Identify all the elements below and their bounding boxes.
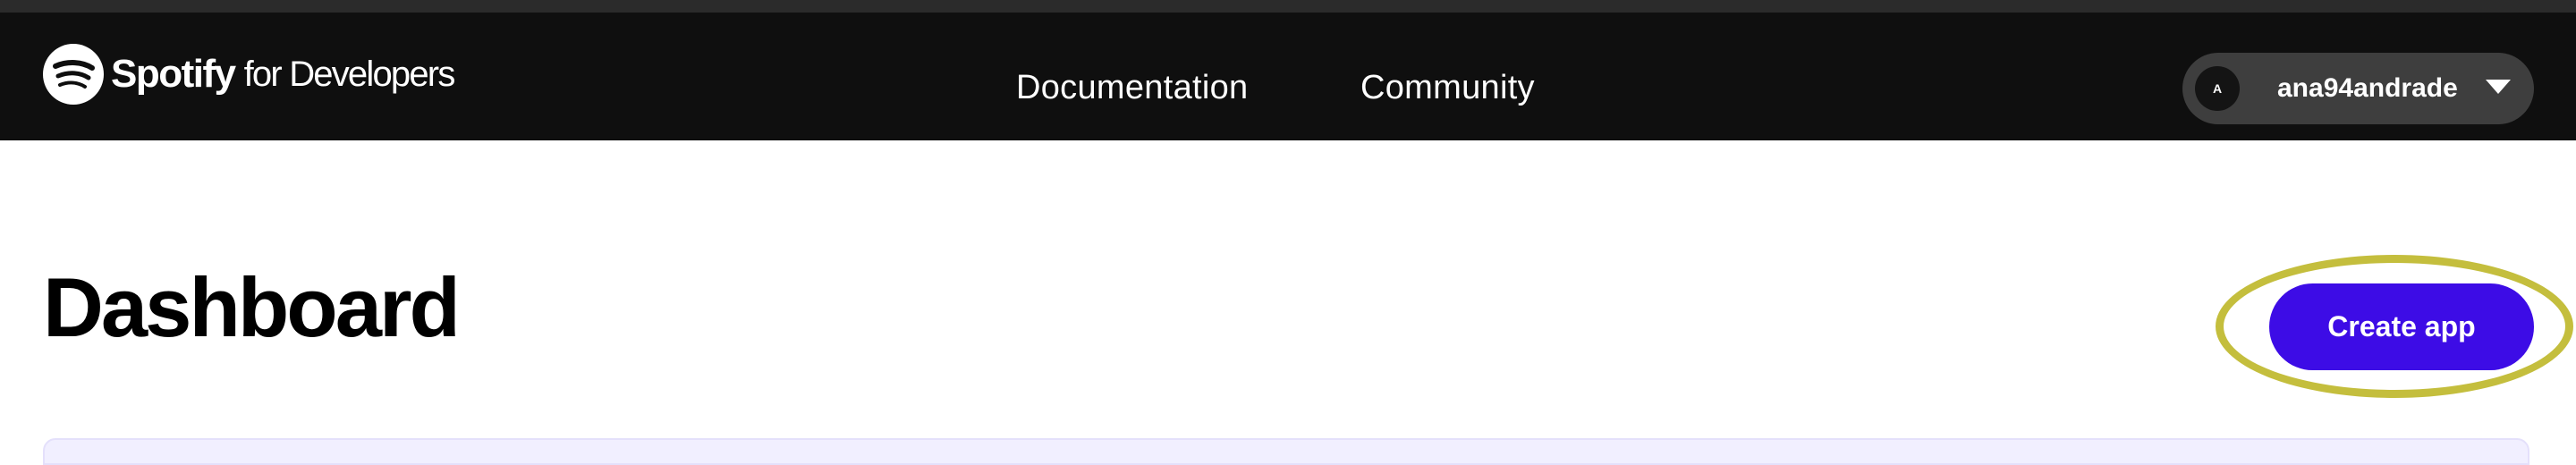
nav-link-documentation[interactable]: Documentation	[1016, 69, 1249, 107]
avatar: A	[2195, 66, 2240, 111]
browser-top-strip	[0, 0, 2576, 13]
top-navbar: Spotify for Developers Documentation Com…	[0, 13, 2576, 140]
logo-brand-text: Spotify	[111, 52, 236, 96]
user-menu-button[interactable]: A ana94andrade	[2182, 53, 2534, 124]
caret-down-icon	[2486, 80, 2511, 94]
logo-suffix-text: for Developers	[243, 54, 456, 94]
apps-panel	[43, 438, 2529, 465]
create-app-button[interactable]: Create app	[2269, 283, 2534, 370]
spotify-for-developers-logo[interactable]: Spotify for Developers	[43, 43, 456, 106]
nav-link-community[interactable]: Community	[1360, 69, 1535, 107]
page-title: Dashboard	[43, 260, 461, 354]
spotify-logo-icon	[43, 44, 104, 105]
username-label: ana94andrade	[2277, 73, 2458, 103]
